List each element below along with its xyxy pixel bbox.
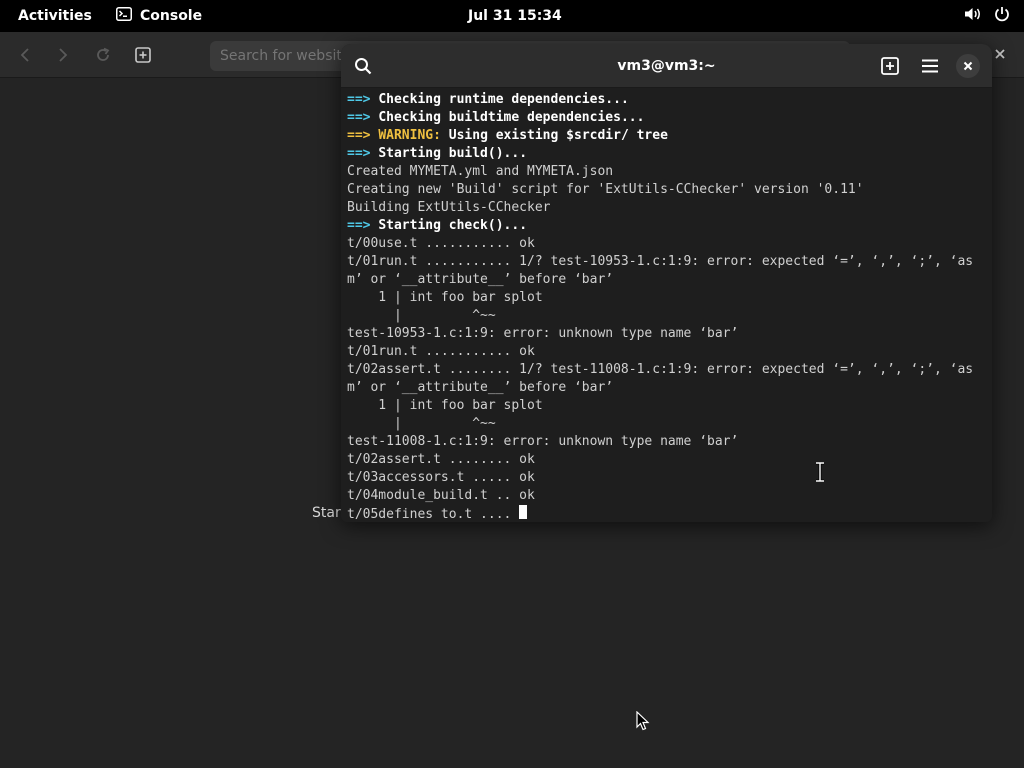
terminal-text: 1 | int foo bar splot [347, 398, 543, 413]
new-tab-icon[interactable] [876, 52, 904, 80]
reload-icon[interactable] [92, 44, 114, 66]
app-name: Console [140, 8, 203, 24]
top-bar: Activities Console Jul 31 15:34 [0, 0, 1024, 32]
terminal-window[interactable]: vm3@vm3:~ ==> Checking runtime dependenc… [341, 44, 992, 522]
menu-icon[interactable] [916, 52, 944, 80]
terminal-text: | ^~~ [347, 416, 496, 431]
terminal-line: t/01run.t ........... ok [347, 343, 989, 361]
terminal-text: Created MYMETA.yml and MYMETA.json [347, 164, 614, 179]
terminal-line: 1 | int foo bar splot [347, 397, 989, 415]
terminal-text: t/01run.t ........... ok [347, 344, 535, 359]
terminal-text: Using existing $srcdir/ tree [448, 128, 668, 143]
terminal-line: ==> Checking buildtime dependencies... [347, 109, 989, 127]
terminal-text: WARNING: [378, 128, 449, 143]
terminal-line: test-11008-1.c:1:9: error: unknown type … [347, 433, 989, 451]
terminal-cursor [519, 505, 528, 519]
terminal-text: t/04module_build.t .. ok [347, 488, 535, 503]
terminal-text: ==> [347, 146, 379, 161]
clock[interactable]: Jul 31 15:34 [468, 0, 562, 32]
terminal-text: t/00use.t ........... ok [347, 236, 535, 251]
terminal-text: ==> [347, 110, 379, 125]
terminal-text: ==> [347, 128, 379, 143]
terminal-output[interactable]: ==> Checking runtime dependencies... ==> … [347, 91, 989, 519]
close-icon[interactable] [956, 54, 980, 78]
system-tray[interactable] [964, 0, 1010, 32]
activities-button[interactable]: Activities [18, 0, 92, 32]
terminal-line: Building ExtUtils-CChecker [347, 199, 989, 217]
console-icon [116, 7, 132, 25]
terminal-text: 1 | int foo bar splot [347, 290, 543, 305]
terminal-text: | ^~~ [347, 308, 496, 323]
terminal-line: m’ or ‘__attribute__’ before ‘bar’ [347, 271, 989, 289]
search-icon[interactable] [349, 52, 377, 80]
terminal-text: Building ExtUtils-CChecker [347, 200, 551, 215]
terminal-line: ==> Starting check()... [347, 217, 989, 235]
terminal-text: t/02assert.t ........ ok [347, 452, 535, 467]
terminal-text: m’ or ‘__attribute__’ before ‘bar’ [347, 272, 614, 287]
terminal-text: m’ or ‘__attribute__’ before ‘bar’ [347, 380, 614, 395]
close-icon[interactable] [990, 44, 1010, 64]
terminal-line: t/04module_build.t .. ok [347, 487, 989, 505]
terminal-line: m’ or ‘__attribute__’ before ‘bar’ [347, 379, 989, 397]
terminal-line: t/03accessors.t ..... ok [347, 469, 989, 487]
terminal-line: | ^~~ [347, 307, 989, 325]
forward-icon[interactable] [52, 44, 74, 66]
terminal-text: ==> [347, 218, 379, 233]
terminal-line: 1 | int foo bar splot [347, 289, 989, 307]
text-cursor-icon [815, 461, 825, 483]
terminal-line: t/00use.t ........... ok [347, 235, 989, 253]
terminal-text: ==> [347, 92, 379, 107]
terminal-line: Creating new 'Build' script for 'ExtUtil… [347, 181, 989, 199]
terminal-line: t/02assert.t ........ ok [347, 451, 989, 469]
terminal-text: Starting build()... [378, 146, 528, 161]
terminal-line: | ^~~ [347, 415, 989, 433]
terminal-line: ==> Starting build()... [347, 145, 989, 163]
terminal-line: ==> WARNING: Using existing $srcdir/ tre… [347, 127, 989, 145]
terminal-text: Starting check()... [378, 218, 528, 233]
terminal-text: t/01run.t ........... 1/? test-10953-1.c… [347, 254, 974, 269]
terminal-header[interactable]: vm3@vm3:~ [341, 44, 992, 88]
terminal-text: t/02assert.t ........ 1/? test-11008-1.c… [347, 362, 974, 377]
app-menu[interactable]: Console [116, 0, 202, 32]
terminal-text: t/05defines_to.t .... [347, 507, 520, 519]
terminal-text: Checking runtime dependencies... [378, 92, 629, 107]
terminal-text: Checking buildtime dependencies... [378, 110, 645, 125]
terminal-line: t/01run.t ........... 1/? test-10953-1.c… [347, 253, 989, 271]
mouse-pointer-icon [636, 710, 650, 731]
terminal-text: test-10953-1.c:1:9: error: unknown type … [347, 326, 739, 341]
terminal-line: test-10953-1.c:1:9: error: unknown type … [347, 325, 989, 343]
terminal-text: test-11008-1.c:1:9: error: unknown type … [347, 434, 739, 449]
volume-icon[interactable] [964, 6, 982, 26]
terminal-text: Creating new 'Build' script for 'ExtUtil… [347, 182, 864, 197]
back-icon[interactable] [14, 44, 36, 66]
terminal-text: t/03accessors.t ..... ok [347, 470, 535, 485]
terminal-line: ==> Checking runtime dependencies... [347, 91, 989, 109]
power-icon[interactable] [994, 6, 1010, 26]
terminal-line: Created MYMETA.yml and MYMETA.json [347, 163, 989, 181]
terminal-line: t/05defines_to.t .... [347, 505, 989, 519]
terminal-line: t/02assert.t ........ 1/? test-11008-1.c… [347, 361, 989, 379]
new-tab-icon[interactable] [132, 44, 154, 66]
